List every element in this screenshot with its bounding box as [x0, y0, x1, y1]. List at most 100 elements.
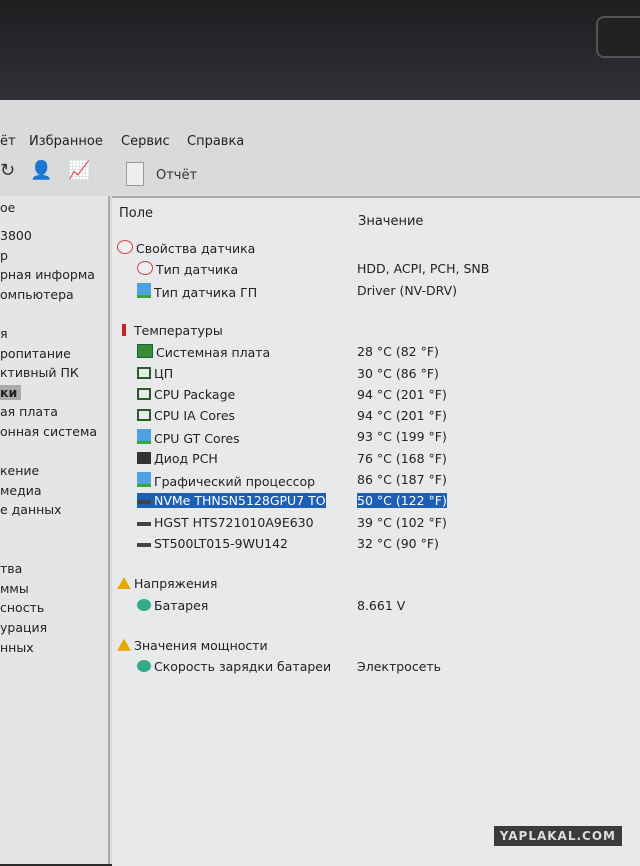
menu-help[interactable]: Справка — [187, 134, 244, 149]
sensor-row[interactable]: Значения мощности — [112, 638, 640, 658]
refresh-icon[interactable]: ↻ — [0, 160, 15, 181]
menu-favorites[interactable]: Избранное — [29, 134, 103, 149]
tree-item[interactable]: ропитание — [0, 346, 71, 361]
sensor-row[interactable]: Свойства датчика — [112, 240, 640, 260]
field-label: ЦП — [154, 365, 174, 381]
tree-item[interactable]: онная система — [0, 424, 97, 439]
field-label: ST500LT015-9WU142 — [154, 535, 288, 551]
tree-item[interactable]: омпьютера — [0, 287, 74, 302]
tree-item[interactable]: нных — [0, 640, 34, 655]
sensor-row[interactable]: Системная плата 28 °C (82 °F) — [112, 344, 640, 364]
field-cell: ST500LT015-9WU142 — [137, 536, 288, 551]
value-cell: 30 °C (86 °F) — [357, 365, 439, 381]
sensor-row[interactable]: NVMe THNSN5128GPU7 TO 50 °C (122 °F) — [112, 493, 640, 513]
value-cell: 50 °C (122 °F) — [357, 493, 447, 509]
field-label: Батарея — [154, 597, 209, 613]
field-label: Тип датчика ГП — [154, 284, 258, 300]
sensor-row[interactable]: Тип датчика ГП Driver (NV-DRV) — [112, 282, 640, 303]
monitor-icon — [137, 472, 151, 487]
value-cell: 94 °C (201 °F) — [357, 386, 447, 402]
field-label: Диод PCH — [154, 450, 218, 466]
navigation-tree: ое 3800 р рная информа омпьютера я ропитание к… — [0, 196, 110, 864]
sensor-row[interactable]: Диод PCH 76 °C (168 °F) — [112, 451, 640, 471]
menu-service[interactable]: Сервис — [121, 134, 170, 149]
field-label: HGST HTS721010A9E630 — [154, 514, 314, 530]
watermark: YAPLAKAL.COM — [493, 826, 622, 846]
field-cell: Системная плата — [137, 344, 270, 360]
tree-item[interactable]: ммы — [0, 581, 29, 596]
battery-icon — [137, 660, 151, 673]
value-cell: 93 °C (199 °F) — [357, 429, 447, 445]
battery-icon — [137, 598, 151, 611]
field-cell: Тип датчика — [137, 261, 238, 277]
tree-item[interactable]: ктивный ПК — [0, 365, 79, 380]
cpu-icon — [137, 387, 151, 400]
field-cell: Батарея — [137, 598, 208, 613]
drive-icon — [137, 515, 151, 528]
tree-item[interactable]: урация — [0, 620, 47, 635]
field-cell: Напряжения — [117, 576, 217, 591]
field-cell: Температуры — [117, 323, 223, 338]
tree-item[interactable]: р — [0, 248, 8, 263]
warning-icon — [117, 577, 131, 590]
sensor-row[interactable]: Графический процессор 86 °C (187 °F) — [112, 472, 640, 492]
field-cell: Диод PCH — [137, 451, 218, 466]
webcam — [596, 16, 640, 58]
sensor-row[interactable]: Тип датчика HDD, ACPI, PCH, SNB — [112, 261, 640, 281]
field-cell: CPU IA Cores — [137, 408, 235, 423]
field-cell: HGST HTS721010A9E630 — [137, 515, 314, 530]
field-cell: CPU Package — [137, 387, 235, 402]
field-cell: Скорость зарядки батареи — [137, 659, 331, 674]
tree-item[interactable]: сность — [0, 600, 44, 615]
field-cell: ЦП — [137, 366, 173, 381]
sensor-row[interactable]: CPU GT Cores 93 °C (199 °F) — [112, 429, 640, 449]
sensor-row[interactable]: CPU IA Cores 94 °C (201 °F) — [112, 408, 640, 428]
motherboard-icon — [137, 344, 153, 359]
column-header-field[interactable]: Поле — [119, 206, 153, 221]
sensor-row[interactable]: HGST HTS721010A9E630 39 °C (102 °F) — [112, 515, 640, 535]
report-icon[interactable] — [126, 162, 144, 186]
users-icon[interactable]: 👤 — [30, 160, 52, 181]
warning-icon — [117, 638, 131, 651]
column-header-value[interactable]: Значение — [358, 214, 423, 229]
field-label: Графический процессор — [154, 474, 316, 489]
menu-tab[interactable]: ое — [0, 200, 15, 215]
field-cell: Значения мощности — [117, 638, 268, 653]
monitor-icon — [137, 429, 151, 445]
value-cell: 86 °C (187 °F) — [357, 472, 447, 487]
sensor-row[interactable]: Батарея 8.661 V — [112, 598, 640, 618]
field-cell: Тип датчика ГП — [137, 282, 258, 300]
sensor-row[interactable]: ЦП 30 °C (86 °F) — [112, 366, 640, 386]
field-label: Напряжения — [134, 576, 218, 592]
sensor-row[interactable]: ST500LT015-9WU142 32 °C (90 °F) — [112, 536, 640, 556]
toolbar: ↻ 👤 📈 Отчёт — [0, 158, 640, 194]
value-cell: Driver (NV-DRV) — [357, 282, 458, 298]
chart-icon[interactable]: 📈 — [68, 160, 90, 181]
field-label: NVMe THNSN5128GPU7 TO — [154, 493, 326, 509]
tree-item[interactable]: медиа — [0, 483, 42, 498]
tree-item[interactable]: ки — [0, 384, 22, 400]
value-cell: 94 °C (201 °F) — [357, 408, 447, 424]
value-cell: 76 °C (168 °F) — [357, 450, 447, 466]
sensor-row[interactable]: Скорость зарядки батареи Электросеть — [112, 659, 640, 679]
tree-item[interactable]: е данных — [0, 502, 62, 517]
tree-item[interactable]: кение — [0, 463, 39, 478]
tree-item[interactable]: я — [0, 326, 8, 341]
field-label: CPU IA Cores — [154, 408, 236, 424]
tree-item[interactable]: 3800 — [0, 228, 32, 243]
tree-item[interactable]: ая плата — [0, 404, 58, 419]
sensor-row[interactable]: Температуры — [112, 323, 640, 343]
value-cell: 28 °C (82 °F) — [357, 344, 439, 360]
field-label: Тип датчика — [156, 262, 239, 278]
tree-item[interactable]: тва — [0, 561, 22, 576]
menu-report[interactable]: ёт — [0, 134, 16, 149]
monitor-bezel — [0, 0, 640, 105]
value-cell: HDD, ACPI, PCH, SNB — [357, 261, 490, 277]
sensor-row[interactable]: CPU Package 94 °C (201 °F) — [112, 387, 640, 407]
sensor-row[interactable]: Напряжения — [112, 576, 640, 596]
drive-icon — [137, 536, 151, 549]
report-button[interactable]: Отчёт — [156, 168, 197, 183]
sensor-list: Поле Значение Свойства датчика Тип датчик… — [112, 196, 640, 866]
tree-item[interactable]: рная информа — [0, 267, 95, 282]
cpu-icon — [137, 366, 151, 379]
